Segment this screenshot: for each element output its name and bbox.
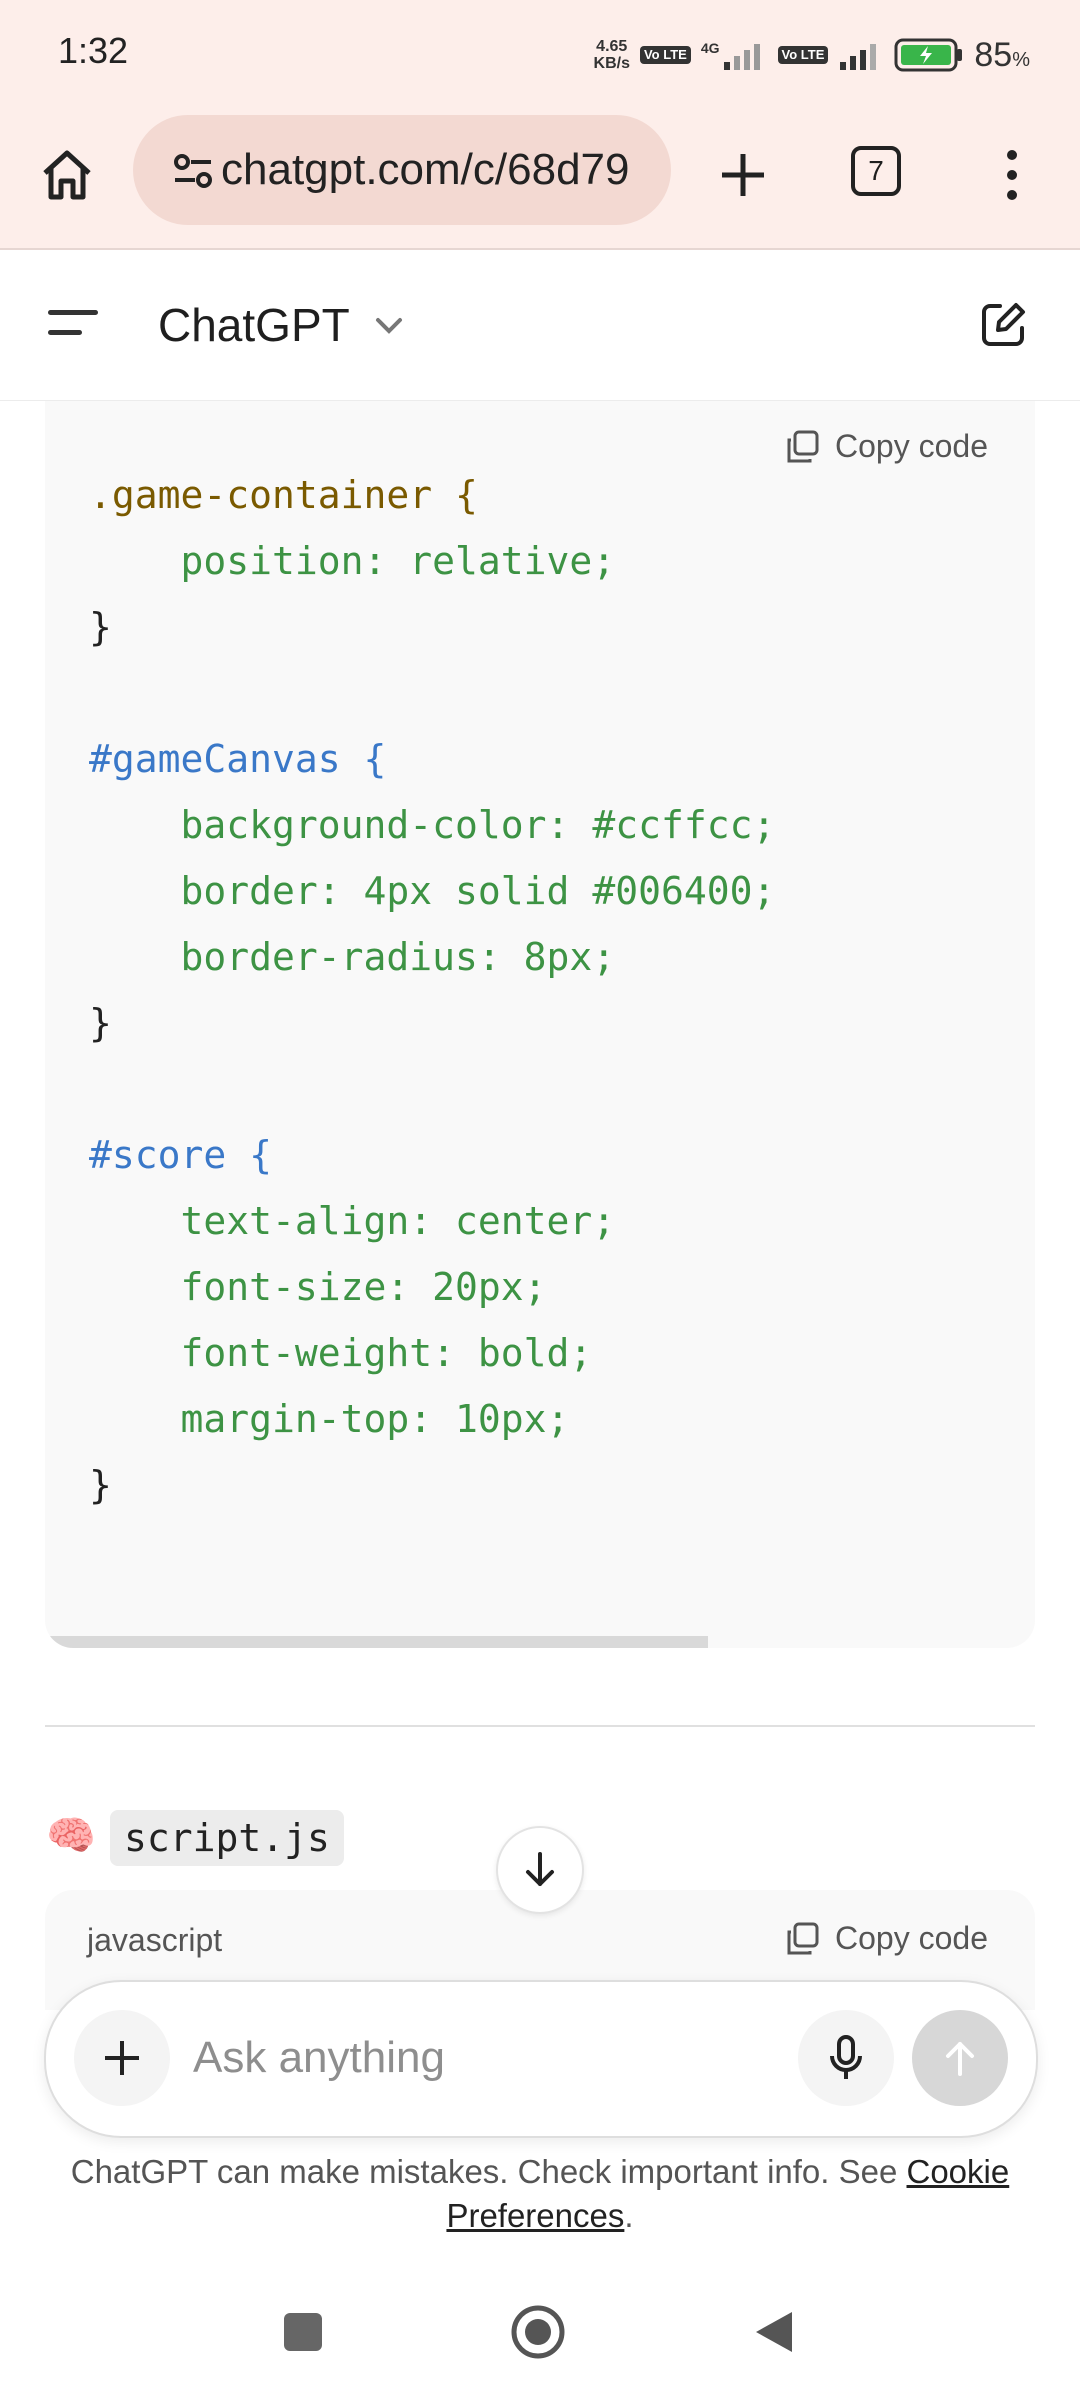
model-selector[interactable]: ChatGPT: [158, 298, 350, 352]
new-chat-icon[interactable]: [978, 300, 1028, 350]
arrow-down-icon: [526, 1852, 554, 1886]
code-line: border: 4px solid #006400;: [89, 869, 776, 913]
code-content: } .game-container { position: relative; …: [89, 330, 775, 1518]
code-line: }: [89, 605, 112, 649]
home-icon: [43, 150, 91, 200]
volte-badge-2: Vo LTE: [777, 46, 829, 64]
back-icon[interactable]: [752, 2308, 796, 2356]
disclaimer: ChatGPT can make mistakes. Check importa…: [60, 2150, 1020, 2238]
code-line: font-weight: bold;: [89, 1331, 593, 1375]
status-icons: 4.65 KB/s Vo LTE 4G Vo LTE 85%: [594, 30, 1030, 80]
tabs-button[interactable]: 7: [851, 146, 901, 196]
composer: [44, 1980, 1038, 2138]
send-arrow-icon: [946, 2042, 974, 2076]
recent-apps-icon[interactable]: [284, 2313, 322, 2351]
code-line: .game-container {: [89, 473, 478, 517]
voice-input-button[interactable]: [798, 2010, 894, 2106]
plus-icon: [105, 2041, 139, 2075]
copy-code-label: Copy code: [835, 428, 988, 464]
microphone-icon: [830, 2035, 862, 2079]
app-header: ChatGPT: [0, 250, 1080, 401]
copy-icon: [787, 430, 819, 462]
more-vert-icon[interactable]: [990, 140, 1034, 210]
battery-unit: %: [1012, 48, 1030, 71]
site-settings-icon[interactable]: [173, 151, 213, 191]
battery-percentage: 85%: [974, 36, 1030, 75]
disclaimer-end: .: [624, 2197, 634, 2234]
send-button[interactable]: [912, 2010, 1008, 2106]
status-bar: 1:32 4.65 KB/s Vo LTE 4G Vo LTE 85%: [0, 0, 1080, 110]
code-language-label: javascript: [87, 1922, 223, 1958]
attach-button[interactable]: [74, 2010, 170, 2106]
tab-count: 7: [868, 155, 884, 186]
signal-icon-2: [840, 44, 877, 70]
code-block-css: } .game-container { position: relative; …: [45, 330, 1035, 1648]
scroll-to-bottom-button[interactable]: [496, 1826, 584, 1914]
filename-chip: script.js: [110, 1810, 344, 1866]
copy-code-button-2[interactable]: Copy code: [785, 1920, 988, 1957]
copy-code-label: Copy code: [835, 1920, 988, 1956]
code-line: border-radius: 8px;: [89, 935, 616, 979]
copy-icon: [787, 1922, 819, 1954]
address-bar[interactable]: chatgpt.com/c/68d79: [133, 115, 671, 225]
status-time: 1:32: [58, 30, 129, 71]
new-tab-button[interactable]: [708, 140, 778, 210]
network-speed: 4.65 KB/s: [594, 38, 630, 72]
plus-icon: [722, 154, 764, 196]
code-line: #score {: [89, 1133, 273, 1177]
system-nav-bar: [0, 2260, 1080, 2400]
url-text: chatgpt.com/c/68d79: [221, 145, 630, 194]
message-input[interactable]: [191, 2022, 795, 2094]
battery-value: 85: [974, 35, 1013, 74]
code-line: position: relative;: [89, 539, 616, 583]
network-type-label: 4G: [700, 40, 720, 56]
network-speed-unit: KB/s: [593, 55, 630, 72]
home-circle-icon[interactable]: [510, 2304, 566, 2360]
chevron-down-icon[interactable]: [372, 308, 406, 342]
disclaimer-text: ChatGPT can make mistakes. Check importa…: [70, 2153, 907, 2190]
code-line: margin-top: 10px;: [89, 1397, 570, 1441]
home-button[interactable]: [32, 140, 102, 210]
code-line: text-align: center;: [89, 1199, 616, 1243]
divider: [45, 1725, 1035, 1727]
code-line: background-color: #ccffcc;: [89, 803, 776, 847]
signal-icon: [723, 44, 760, 70]
sidebar-menu-icon[interactable]: [48, 302, 104, 346]
code-line: font-size: 20px;: [89, 1265, 547, 1309]
volte-badge: Vo LTE: [639, 46, 691, 64]
network-speed-value: 4.65: [596, 38, 628, 55]
battery-icon: [894, 38, 963, 72]
code-line: }: [89, 1001, 112, 1045]
copy-code-button[interactable]: Copy code: [785, 428, 988, 465]
browser-toolbar: chatgpt.com/c/68d79 7: [0, 110, 1080, 250]
code-line: }: [89, 1463, 112, 1507]
code-line: #gameCanvas {: [89, 737, 387, 781]
code-scrollbar-thumb[interactable]: [45, 1636, 708, 1648]
brain-emoji: 🧠: [46, 1814, 96, 1858]
